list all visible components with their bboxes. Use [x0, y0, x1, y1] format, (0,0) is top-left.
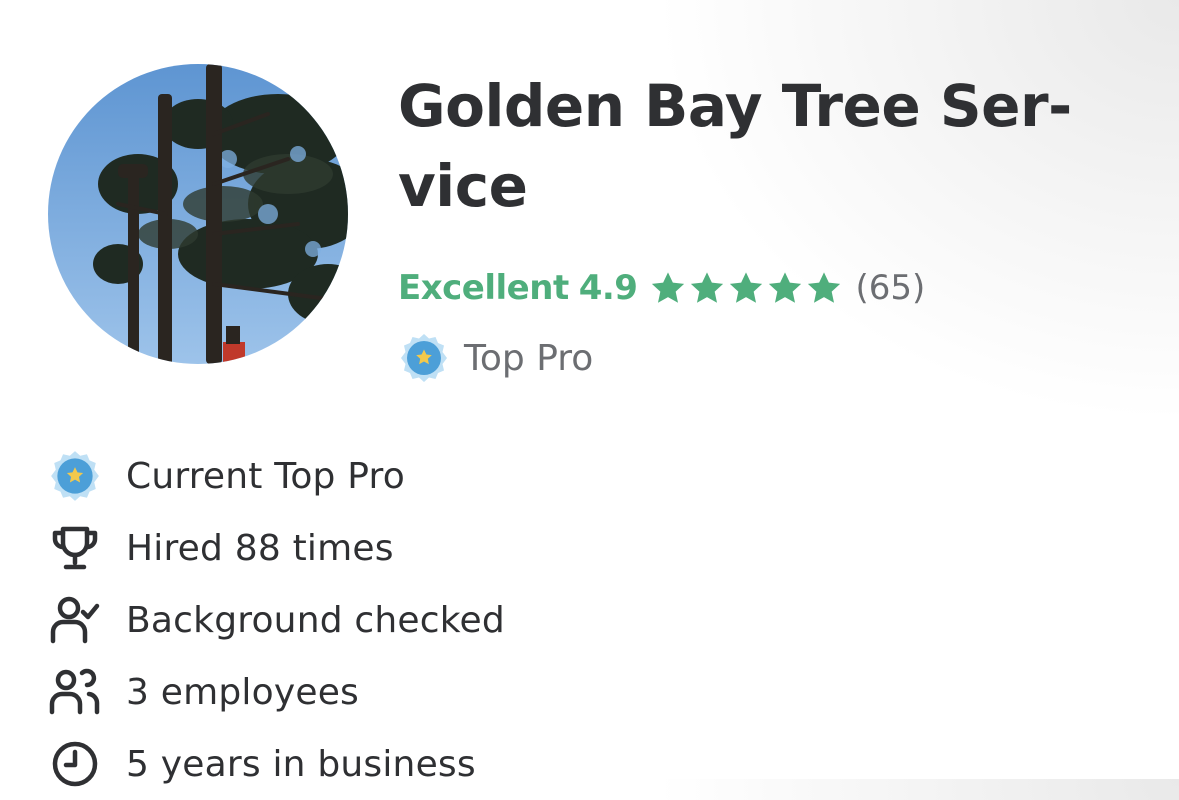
star-icon	[769, 272, 802, 303]
background-check-icon	[48, 593, 102, 647]
fact-employees: 3 employees	[48, 656, 505, 728]
rating-summary[interactable]: Excellent 4.9 (65)	[398, 263, 925, 313]
top-pro-badge-icon	[401, 334, 447, 382]
fact-text: Current Top Pro	[126, 455, 405, 497]
rating-label: Excellent	[398, 268, 569, 308]
star-rating	[649, 270, 843, 306]
business-avatar	[48, 64, 348, 364]
star-icon	[730, 272, 763, 303]
fact-hired-times: Hired 88 times	[48, 512, 505, 584]
fact-current-top-pro: Current Top Pro	[48, 440, 505, 512]
fact-text: 3 employees	[126, 671, 360, 713]
business-facts: Current Top Pro Hired 88 times Backgroun…	[48, 440, 505, 800]
fact-text: 5 years in business	[126, 743, 476, 785]
top-pro-label: Top Pro	[464, 337, 594, 379]
star-icon	[691, 272, 724, 303]
trophy-icon	[48, 521, 102, 575]
star-icon	[652, 272, 685, 303]
tree-photo	[48, 64, 348, 364]
fact-years-in-business: 5 years in business	[48, 728, 505, 800]
top-pro-badge: Top Pro	[398, 332, 593, 384]
star-icon	[808, 272, 841, 303]
review-count[interactable]: (65)	[855, 268, 925, 308]
fact-background-checked: Background checked	[48, 584, 505, 656]
top-pro-badge-icon	[48, 449, 102, 503]
employees-icon	[48, 665, 102, 719]
business-name: Golden Bay Tree Ser-vice	[398, 72, 1072, 220]
clock-icon	[48, 737, 102, 791]
rating-score: 4.9	[578, 268, 638, 308]
fact-text: Background checked	[126, 599, 505, 641]
fact-text: Hired 88 times	[126, 527, 394, 569]
